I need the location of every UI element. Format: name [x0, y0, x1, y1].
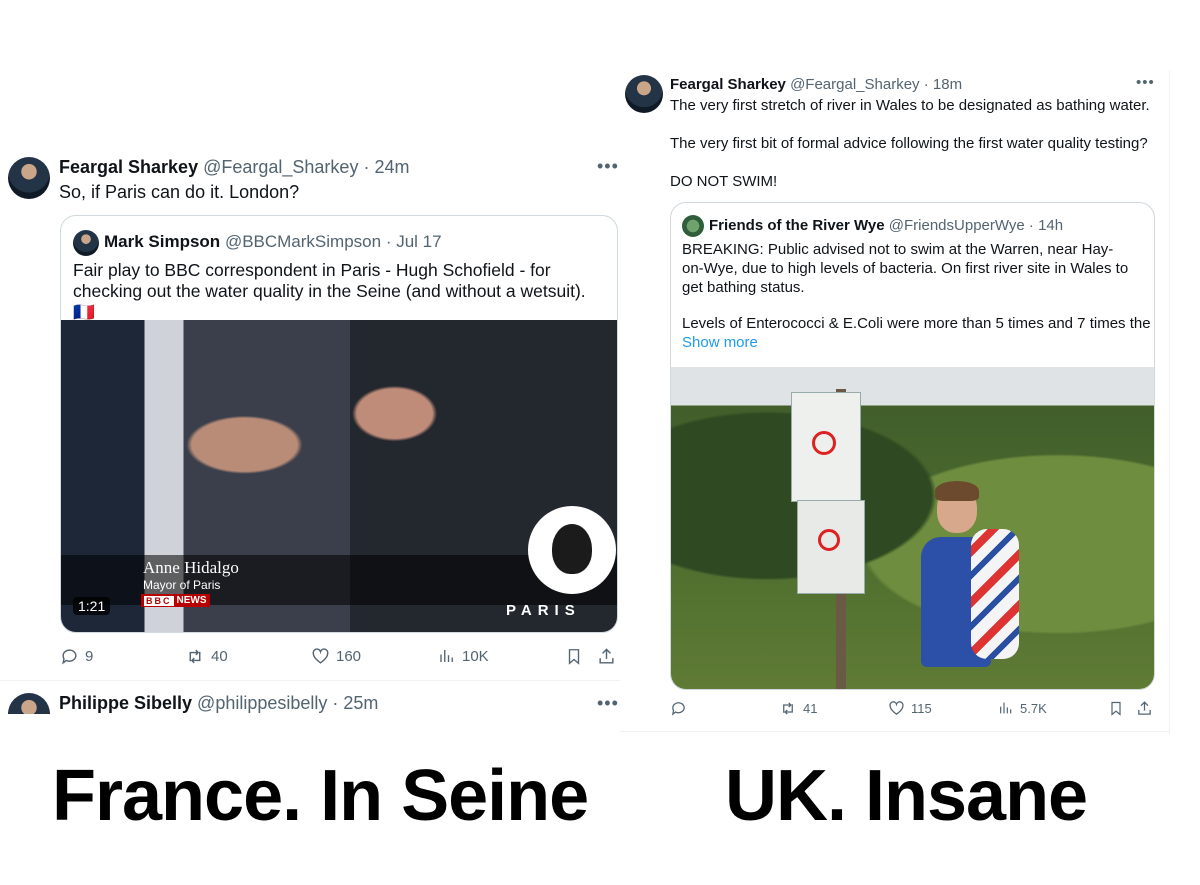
rt-repost-count: 41	[803, 701, 818, 716]
like-button[interactable]: 160	[311, 647, 361, 666]
quote-text: Fair play to BBC correspondent in Paris …	[73, 260, 586, 322]
bookmark-button[interactable]	[565, 647, 583, 666]
show-more-link[interactable]: Show more	[682, 334, 758, 351]
video-player[interactable]: Anne Hidalgo Mayor of Paris BBC NEWS PAR…	[61, 320, 617, 632]
rt-reply-icon	[671, 702, 685, 716]
right-tweet-header: Feargal Sharkey @Feargal_Sharkey · 18m	[670, 76, 962, 93]
right-column-edge	[1169, 70, 1170, 735]
next-author-handle[interactable]: @philippesibelly	[197, 693, 327, 713]
quote-time: · Jul 17	[385, 232, 442, 251]
video-caption-title: Mayor of Paris	[143, 578, 221, 592]
left-author-name[interactable]: Feargal Sharkey	[59, 157, 198, 177]
left-author-handle[interactable]: @Feargal_Sharkey	[203, 157, 358, 177]
quote-header: Mark Simpson @BBCMarkSimpson · Jul 17	[104, 232, 442, 252]
rq-time: · 14h	[1028, 217, 1064, 234]
left-next-tweet[interactable]: Philippe Sibelly @philippesibelly · 25m …	[0, 681, 620, 714]
right-divider	[620, 731, 1170, 732]
video-caption-name: Anne Hidalgo	[143, 558, 239, 577]
next-author-name[interactable]: Philippe Sibelly	[59, 693, 192, 713]
video-duration-badge: 1:21	[73, 597, 111, 615]
share-icon	[599, 648, 614, 664]
repost-icon	[189, 649, 201, 664]
rt-views-icon	[1000, 702, 1012, 714]
left-tweet-time[interactable]: · 24m	[363, 157, 409, 177]
child-figure	[899, 477, 1019, 689]
next-author-avatar[interactable]	[8, 693, 50, 714]
rt-heart-icon	[889, 701, 904, 715]
reply-button[interactable]: 9	[60, 647, 93, 666]
like-count: 160	[336, 648, 362, 665]
rq-author-avatar	[682, 215, 704, 237]
right-author-avatar[interactable]	[625, 75, 663, 113]
paris-2024-emblem	[528, 506, 616, 594]
right-tweet-line2: The very first bit of formal advice foll…	[670, 135, 1148, 152]
rt-like-button[interactable]: 115	[888, 700, 932, 717]
next-tweet-time[interactable]: · 25m	[332, 693, 378, 713]
quote-author-avatar	[73, 230, 99, 256]
rt-like-count: 115	[911, 701, 932, 716]
repost-button[interactable]: 40	[185, 647, 228, 666]
right-tweet-time[interactable]: · 18m	[924, 76, 962, 93]
bbc-letters: BBC	[144, 595, 174, 606]
left-quoted-tweet[interactable]: Mark Simpson @BBCMarkSimpson · Jul 17 Fa…	[60, 215, 618, 633]
heart-icon	[312, 648, 329, 664]
right-more-options-icon[interactable]: •••	[1136, 74, 1155, 91]
rt-share-button[interactable]	[1136, 700, 1153, 717]
share-button[interactable]	[597, 647, 616, 666]
bbc-news-logo: BBC NEWS	[141, 594, 210, 607]
reply-count: 9	[85, 648, 94, 665]
views-count: 10K	[462, 647, 489, 665]
bookmark-icon	[568, 649, 580, 665]
right-quoted-tweet[interactable]: Friends of the River Wye @FriendsUpperWy…	[670, 202, 1155, 690]
paris-label: PARIS	[506, 602, 581, 619]
notice-sheet-lower	[797, 500, 865, 594]
left-author-avatar[interactable]	[8, 157, 50, 199]
quote-author-handle: @BBCMarkSimpson	[224, 232, 382, 251]
next-more-options-icon[interactable]: •••	[597, 693, 619, 714]
river-sign-photo[interactable]	[671, 367, 1154, 689]
caption-left: France. In Seine	[52, 756, 589, 836]
no-swimming-icon-2	[818, 529, 840, 551]
right-author-handle[interactable]: @Feargal_Sharkey	[790, 76, 919, 93]
rq-header: Friends of the River Wye @FriendsUpperWy…	[709, 217, 1063, 234]
left-more-options-icon[interactable]: •••	[597, 156, 619, 177]
left-tweet[interactable]: Feargal Sharkey @Feargal_Sharkey · 24m •…	[0, 150, 620, 680]
quote-author-name: Mark Simpson	[104, 232, 221, 251]
rq-author-handle: @FriendsUpperWye	[888, 217, 1025, 234]
left-tweet-text: So, if Paris can do it. London?	[59, 182, 300, 202]
repost-count: 40	[211, 648, 228, 665]
rt-views-button[interactable]: 5.7K	[998, 700, 1047, 716]
rq-paragraph-2: Levels of Enterococci & E.Coli were more…	[682, 315, 1151, 332]
rt-share-icon	[1138, 701, 1151, 715]
rt-repost-icon	[783, 702, 793, 715]
views-button[interactable]: 10K	[438, 647, 489, 665]
news-label: NEWS	[176, 595, 207, 606]
rt-repost-button[interactable]: 41	[779, 700, 817, 717]
rq-paragraph-1: BREAKING: Public advised not to swim at …	[682, 241, 1129, 296]
next-tweet-header: Philippe Sibelly @philippesibelly · 25m	[59, 693, 378, 714]
caption-right: UK. Insane	[725, 756, 1088, 836]
rq-author-name: Friends of the River Wye	[709, 217, 885, 234]
views-icon	[440, 650, 453, 662]
reply-icon	[62, 649, 77, 665]
right-tweet-line1: The very first stretch of river in Wales…	[670, 97, 1150, 114]
rt-reply-button[interactable]	[670, 700, 687, 717]
right-tweet-line3: DO NOT SWIM!	[670, 173, 778, 190]
right-author-name[interactable]: Feargal Sharkey	[670, 76, 786, 93]
notice-sheet-upper	[791, 392, 861, 502]
rt-bookmark-icon	[1111, 701, 1121, 716]
no-swimming-icon	[812, 431, 836, 455]
left-tweet-header: Feargal Sharkey @Feargal_Sharkey · 24m	[59, 157, 409, 178]
right-tweet[interactable]: Feargal Sharkey @Feargal_Sharkey · 18m •…	[620, 70, 1170, 740]
rt-views-count: 5.7K	[1020, 700, 1047, 716]
rt-bookmark-button[interactable]	[1108, 700, 1124, 717]
